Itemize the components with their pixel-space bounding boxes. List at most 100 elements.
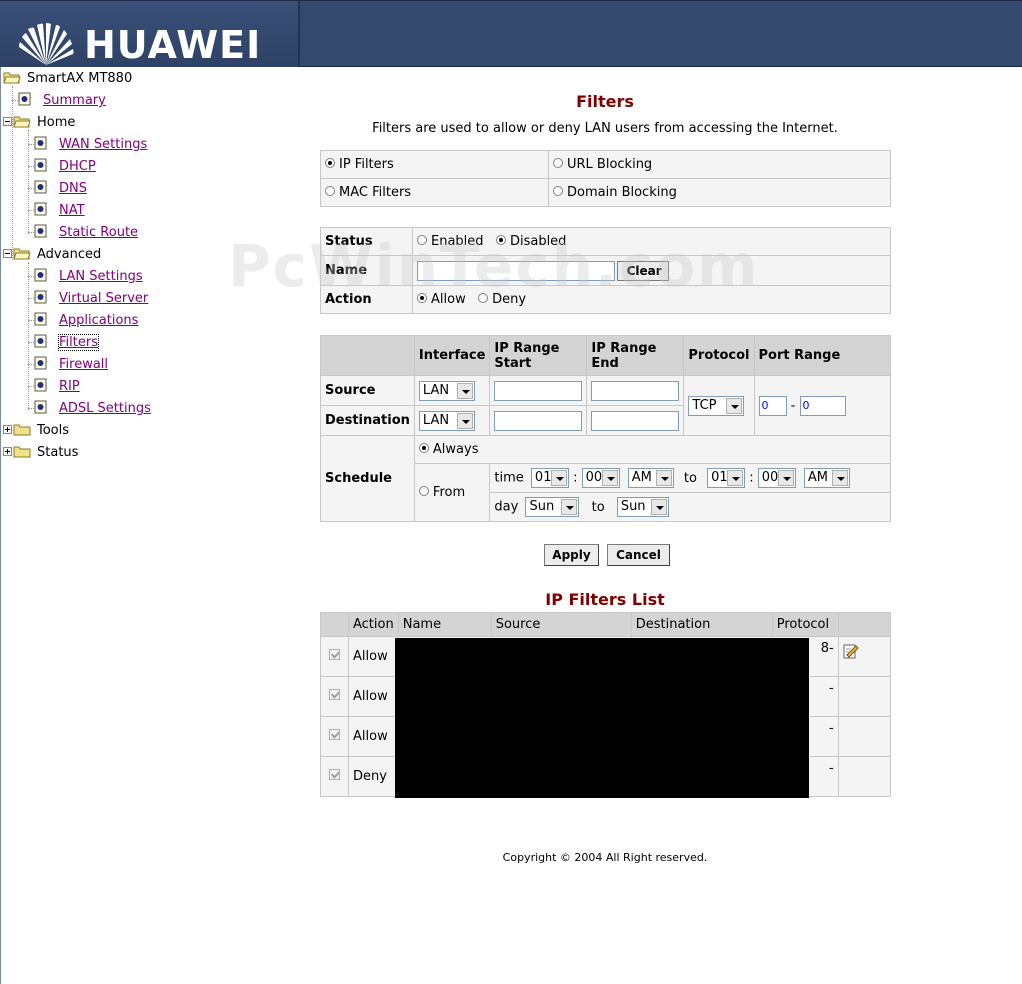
tree-folder-tools[interactable]: Tools — [3, 422, 69, 442]
tree-item-nat[interactable]: NAT — [34, 202, 85, 222]
cancel-button[interactable]: Cancel — [607, 544, 670, 566]
col-ip-start: IP Range Start — [489, 335, 588, 376]
wan-settings-link[interactable]: WAN Settings — [59, 137, 147, 152]
tree-item-filters[interactable]: Filters — [34, 334, 99, 354]
tree-folder-advanced[interactable]: Advanced — [3, 246, 101, 266]
destination-interface-select[interactable]: LAN — [418, 410, 475, 431]
tree-item-rip[interactable]: RIP — [34, 378, 80, 398]
row-checkbox[interactable] — [329, 689, 340, 700]
destination-ip-end-input[interactable] — [591, 410, 680, 431]
tree-item-wan[interactable]: WAN Settings — [34, 136, 147, 156]
firewall-link[interactable]: Firewall — [59, 357, 108, 372]
clear-button[interactable]: Clear — [617, 260, 670, 281]
start-day-select[interactable]: Sun — [525, 497, 580, 517]
disabled-radio[interactable] — [495, 235, 506, 245]
port-from-input[interactable]: 0 — [758, 395, 787, 416]
source-row-label: Source — [320, 375, 415, 406]
destination-ip-start-input[interactable] — [494, 410, 583, 431]
day-label: day — [494, 499, 519, 515]
tree-item-adsl[interactable]: ADSL Settings — [34, 400, 151, 420]
folder-open-icon — [13, 248, 31, 260]
filters-link[interactable]: Filters — [58, 334, 99, 351]
start-minute-select[interactable]: 00 — [581, 468, 620, 488]
collapse-icon[interactable] — [3, 249, 12, 258]
name-input[interactable] — [417, 260, 615, 281]
tree-folder-home[interactable]: Home — [3, 114, 75, 134]
mac-filters-radio[interactable] — [325, 186, 335, 196]
tree-item-summary[interactable]: Summary — [18, 92, 106, 112]
end-day-select[interactable]: Sun — [616, 497, 669, 517]
end-minute-select[interactable]: 00 — [757, 468, 796, 488]
deny-radio[interactable] — [478, 293, 489, 303]
advanced-label: Advanced — [37, 247, 102, 262]
list-title: IP Filters List — [545, 590, 665, 609]
top-banner: HUAWEI — [0, 0, 1022, 67]
url-blocking-radio[interactable] — [553, 158, 563, 168]
row-checkbox[interactable] — [329, 729, 340, 740]
destination-row-label: Destination — [320, 405, 415, 436]
brand-name: HUAWEI — [84, 23, 262, 67]
always-option[interactable]: Always — [413, 435, 892, 464]
protocol-select[interactable]: TCP — [688, 395, 745, 416]
tree-root[interactable]: SmartAX MT880 — [3, 70, 132, 90]
lan-settings-link[interactable]: LAN Settings — [59, 269, 143, 284]
from-option[interactable]: From — [413, 463, 491, 522]
source-ip-end-input[interactable] — [591, 380, 680, 401]
edit-icon[interactable] — [843, 643, 859, 659]
tree-item-lan[interactable]: LAN Settings — [34, 268, 143, 288]
enabled-label: Enabled — [431, 234, 484, 249]
domain-blocking-option[interactable]: Domain Blocking — [548, 178, 891, 207]
row-checkbox[interactable] — [329, 649, 340, 660]
tree-item-dhcp[interactable]: DHCP — [34, 158, 96, 178]
from-radio[interactable] — [418, 486, 429, 496]
tree-item-static-route[interactable]: Static Route — [34, 224, 138, 244]
ip-filters-option[interactable]: IP Filters — [320, 150, 549, 179]
list-col-edit — [837, 612, 892, 637]
enabled-radio[interactable] — [417, 235, 427, 245]
end-hour-value: 01 — [711, 470, 728, 485]
folder-open-icon — [13, 116, 31, 128]
tree-item-dns[interactable]: DNS — [34, 180, 87, 200]
dhcp-link[interactable]: DHCP — [59, 159, 96, 174]
source-ip-start-input[interactable] — [494, 380, 583, 401]
end-day-value: Sun — [620, 499, 646, 514]
time-colon: : — [749, 470, 754, 486]
expand-icon[interactable] — [3, 447, 12, 456]
allow-radio[interactable] — [417, 293, 427, 303]
domain-blocking-radio[interactable] — [553, 186, 563, 196]
ip-filters-radio[interactable] — [325, 158, 335, 168]
applications-link[interactable]: Applications — [59, 313, 138, 328]
left-frame-border — [0, 67, 1, 984]
row-checkbox[interactable] — [329, 769, 340, 780]
dns-link[interactable]: DNS — [59, 181, 87, 196]
start-hour-select[interactable]: 01 — [530, 468, 569, 488]
row-action: Allow — [348, 716, 399, 757]
tree-item-virtual-server[interactable]: Virtual Server — [34, 290, 148, 310]
ip-filters-label: IP Filters — [339, 157, 394, 172]
expand-icon[interactable] — [3, 425, 12, 434]
list-col-protocol: Protocol — [771, 612, 839, 637]
mac-filters-option[interactable]: MAC Filters — [320, 178, 549, 207]
static-route-link[interactable]: Static Route — [59, 225, 138, 240]
nat-link[interactable]: NAT — [59, 203, 85, 218]
end-hour-select[interactable]: 01 — [707, 468, 746, 488]
summary-link[interactable]: Summary — [43, 93, 106, 108]
virtual-server-link[interactable]: Virtual Server — [59, 291, 148, 306]
port-to-input[interactable]: 0 — [799, 395, 846, 416]
collapse-icon[interactable] — [3, 117, 12, 126]
tree-item-applications[interactable]: Applications — [34, 312, 138, 332]
copyright-text: Copyright © 2004 All Right reserved. — [502, 851, 708, 864]
end-ampm-select[interactable]: AM — [803, 468, 850, 488]
tree-folder-status[interactable]: Status — [3, 444, 78, 464]
source-interface-select[interactable]: LAN — [418, 380, 475, 401]
adsl-settings-link[interactable]: ADSL Settings — [59, 401, 151, 416]
start-ampm-select[interactable]: AM — [627, 468, 674, 488]
rip-link[interactable]: RIP — [59, 379, 80, 394]
apply-button[interactable]: Apply — [544, 544, 599, 566]
tree-root-label: SmartAX MT880 — [27, 71, 133, 86]
url-blocking-option[interactable]: URL Blocking — [548, 150, 891, 179]
always-radio[interactable] — [418, 443, 429, 453]
tree-item-firewall[interactable]: Firewall — [34, 356, 108, 376]
start-hour-value: 01 — [534, 470, 552, 485]
mac-filters-label: MAC Filters — [339, 185, 412, 200]
